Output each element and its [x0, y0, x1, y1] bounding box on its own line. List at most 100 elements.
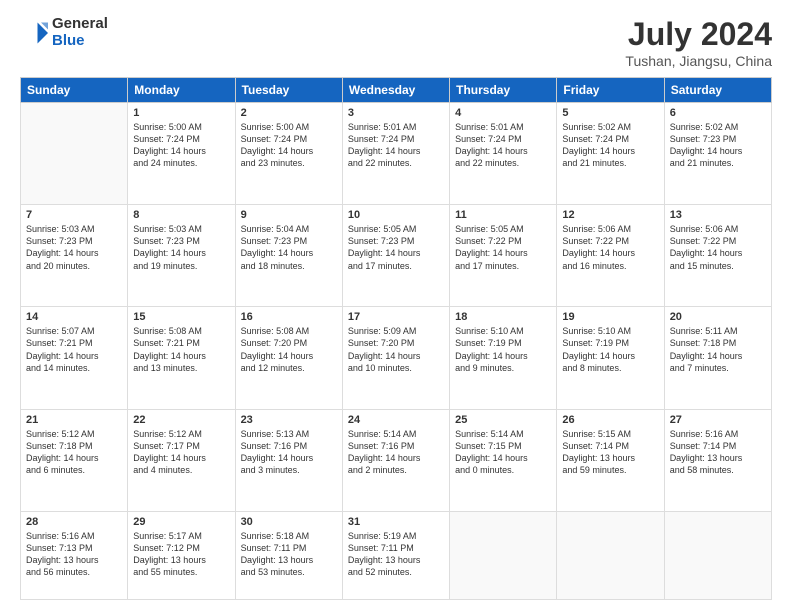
day-number: 23 [241, 414, 337, 426]
day-number: 2 [241, 107, 337, 119]
table-row: 12 Sunrise: 5:06 AMSunset: 7:22 PMDayligh… [557, 205, 664, 307]
day-number: 6 [670, 107, 766, 119]
header: General Blue July 2024 Tushan, Jiangsu, … [20, 16, 772, 69]
cell-content: Sunrise: 5:00 AMSunset: 7:24 PMDaylight:… [241, 121, 337, 170]
cell-content: Sunrise: 5:14 AMSunset: 7:16 PMDaylight:… [348, 428, 444, 477]
day-number: 25 [455, 414, 551, 426]
cell-content: Sunrise: 5:08 AMSunset: 7:20 PMDaylight:… [241, 325, 337, 374]
day-number: 18 [455, 311, 551, 323]
col-monday: Monday [128, 78, 235, 103]
table-row: 5 Sunrise: 5:02 AMSunset: 7:24 PMDaylight… [557, 103, 664, 205]
calendar-week-row: 28 Sunrise: 5:16 AMSunset: 7:13 PMDayligh… [21, 511, 772, 599]
table-row: 23Sunrise: 5:13 AMSunset: 7:16 PMDayligh… [235, 409, 342, 511]
cell-content: Sunrise: 5:12 AMSunset: 7:17 PMDaylight:… [133, 428, 229, 477]
cell-content: Sunrise: 5:02 AMSunset: 7:23 PMDaylight:… [670, 121, 766, 170]
cell-content: Sunrise: 5:03 AMSunset: 7:23 PMDaylight:… [133, 223, 229, 272]
table-row: 3 Sunrise: 5:01 AMSunset: 7:24 PMDaylight… [342, 103, 449, 205]
day-number: 27 [670, 414, 766, 426]
day-number: 5 [562, 107, 658, 119]
table-row: 2 Sunrise: 5:00 AMSunset: 7:24 PMDaylight… [235, 103, 342, 205]
day-number: 19 [562, 311, 658, 323]
day-number: 13 [670, 209, 766, 221]
day-number: 22 [133, 414, 229, 426]
cell-content: Sunrise: 5:04 AMSunset: 7:23 PMDaylight:… [241, 223, 337, 272]
cell-content: Sunrise: 5:18 AMSunset: 7:11 PMDaylight:… [241, 530, 337, 579]
day-number: 31 [348, 516, 444, 528]
table-row: 24 Sunrise: 5:14 AMSunset: 7:16 PMDayligh… [342, 409, 449, 511]
cell-content: Sunrise: 5:03 AMSunset: 7:23 PMDaylight:… [26, 223, 122, 272]
table-row: 16 Sunrise: 5:08 AMSunset: 7:20 PMDayligh… [235, 307, 342, 409]
cell-content: Sunrise: 5:08 AMSunset: 7:21 PMDaylight:… [133, 325, 229, 374]
day-number: 29 [133, 516, 229, 528]
table-row: 17 Sunrise: 5:09 AMSunset: 7:20 PMDayligh… [342, 307, 449, 409]
cell-content: Sunrise: 5:05 AMSunset: 7:22 PMDaylight:… [455, 223, 551, 272]
col-tuesday: Tuesday [235, 78, 342, 103]
table-row: 31 Sunrise: 5:19 AMSunset: 7:11 PMDayligh… [342, 511, 449, 599]
day-number: 7 [26, 209, 122, 221]
cell-content: Sunrise: 5:15 AMSunset: 7:14 PMDaylight:… [562, 428, 658, 477]
cell-content: Sunrise: 5:06 AMSunset: 7:22 PMDaylight:… [562, 223, 658, 272]
cell-content: Sunrise: 5:02 AMSunset: 7:24 PMDaylight:… [562, 121, 658, 170]
calendar-week-row: 1 Sunrise: 5:00 AMSunset: 7:24 PMDaylight… [21, 103, 772, 205]
page: General Blue July 2024 Tushan, Jiangsu, … [0, 0, 792, 612]
cell-content: Sunrise: 5:10 AMSunset: 7:19 PMDaylight:… [562, 325, 658, 374]
day-number: 28 [26, 516, 122, 528]
table-row [450, 511, 557, 599]
table-row: 26Sunrise: 5:15 AMSunset: 7:14 PMDayligh… [557, 409, 664, 511]
col-thursday: Thursday [450, 78, 557, 103]
table-row [664, 511, 771, 599]
day-number: 3 [348, 107, 444, 119]
cell-content: Sunrise: 5:01 AMSunset: 7:24 PMDaylight:… [348, 121, 444, 170]
table-row: 21 Sunrise: 5:12 AMSunset: 7:18 PMDayligh… [21, 409, 128, 511]
day-number: 11 [455, 209, 551, 221]
table-row: 1Sunrise: 5:00 AMSunset: 7:24 PMDaylight… [128, 103, 235, 205]
month-year: July 2024 [625, 16, 772, 53]
day-number: 30 [241, 516, 337, 528]
day-number: 21 [26, 414, 122, 426]
cell-content: Sunrise: 5:16 AMSunset: 7:13 PMDaylight:… [26, 530, 122, 579]
table-row: 20Sunrise: 5:11 AMSunset: 7:18 PMDayligh… [664, 307, 771, 409]
table-row: 18 Sunrise: 5:10 AMSunset: 7:19 PMDayligh… [450, 307, 557, 409]
day-number: 12 [562, 209, 658, 221]
cell-content: Sunrise: 5:06 AMSunset: 7:22 PMDaylight:… [670, 223, 766, 272]
table-row: 9 Sunrise: 5:04 AMSunset: 7:23 PMDaylight… [235, 205, 342, 307]
logo-text: General Blue [52, 16, 108, 49]
col-sunday: Sunday [21, 78, 128, 103]
table-row: 19 Sunrise: 5:10 AMSunset: 7:19 PMDayligh… [557, 307, 664, 409]
location: Tushan, Jiangsu, China [625, 53, 772, 69]
cell-content: Sunrise: 5:09 AMSunset: 7:20 PMDaylight:… [348, 325, 444, 374]
table-row: 6 Sunrise: 5:02 AMSunset: 7:23 PMDaylight… [664, 103, 771, 205]
table-row: 30 Sunrise: 5:18 AMSunset: 7:11 PMDayligh… [235, 511, 342, 599]
day-number: 17 [348, 311, 444, 323]
logo-icon [20, 19, 48, 47]
day-number: 14 [26, 311, 122, 323]
calendar-header-row: Sunday Monday Tuesday Wednesday Thursday… [21, 78, 772, 103]
cell-content: Sunrise: 5:10 AMSunset: 7:19 PMDaylight:… [455, 325, 551, 374]
day-number: 9 [241, 209, 337, 221]
table-row [557, 511, 664, 599]
cell-content: Sunrise: 5:12 AMSunset: 7:18 PMDaylight:… [26, 428, 122, 477]
day-number: 1 [133, 107, 229, 119]
day-number: 16 [241, 311, 337, 323]
table-row: 15 Sunrise: 5:08 AMSunset: 7:21 PMDayligh… [128, 307, 235, 409]
table-row: 7 Sunrise: 5:03 AMSunset: 7:23 PMDaylight… [21, 205, 128, 307]
col-friday: Friday [557, 78, 664, 103]
table-row: 13 Sunrise: 5:06 AMSunset: 7:22 PMDayligh… [664, 205, 771, 307]
table-row: 4Sunrise: 5:01 AMSunset: 7:24 PMDaylight… [450, 103, 557, 205]
cell-content: Sunrise: 5:14 AMSunset: 7:15 PMDaylight:… [455, 428, 551, 477]
col-saturday: Saturday [664, 78, 771, 103]
table-row: 11 Sunrise: 5:05 AMSunset: 7:22 PMDayligh… [450, 205, 557, 307]
cell-content: Sunrise: 5:07 AMSunset: 7:21 PMDaylight:… [26, 325, 122, 374]
table-row: 29 Sunrise: 5:17 AMSunset: 7:12 PMDayligh… [128, 511, 235, 599]
calendar-table: Sunday Monday Tuesday Wednesday Thursday… [20, 77, 772, 600]
cell-content: Sunrise: 5:17 AMSunset: 7:12 PMDaylight:… [133, 530, 229, 579]
calendar-week-row: 7 Sunrise: 5:03 AMSunset: 7:23 PMDaylight… [21, 205, 772, 307]
cell-content: Sunrise: 5:19 AMSunset: 7:11 PMDaylight:… [348, 530, 444, 579]
day-number: 24 [348, 414, 444, 426]
day-number: 10 [348, 209, 444, 221]
cell-content: Sunrise: 5:16 AMSunset: 7:14 PMDaylight:… [670, 428, 766, 477]
day-number: 8 [133, 209, 229, 221]
day-number: 15 [133, 311, 229, 323]
table-row: 22 Sunrise: 5:12 AMSunset: 7:17 PMDayligh… [128, 409, 235, 511]
calendar-week-row: 14 Sunrise: 5:07 AMSunset: 7:21 PMDayligh… [21, 307, 772, 409]
